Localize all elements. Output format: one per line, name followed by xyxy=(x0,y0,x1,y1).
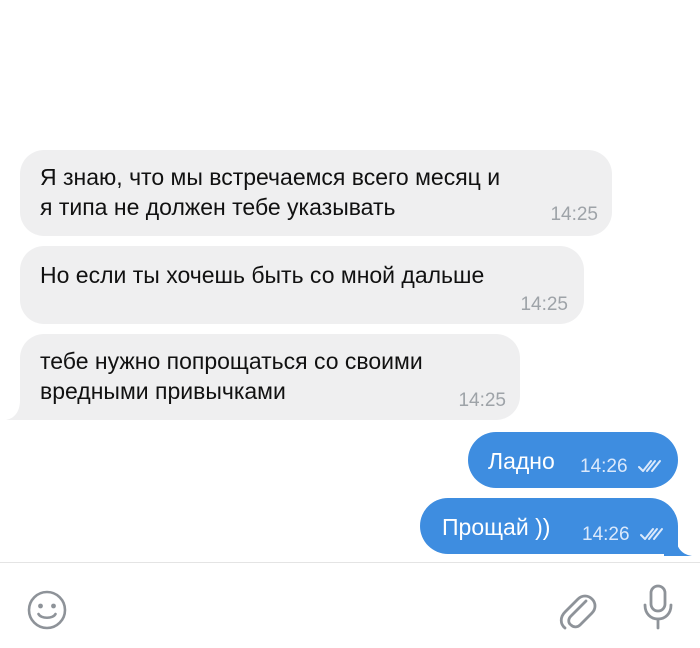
message-text: Прощай )) xyxy=(442,514,551,540)
message-time: 14:25 xyxy=(520,294,568,315)
message-time: 14:26 xyxy=(582,524,630,545)
message-time: 14:25 xyxy=(458,390,506,411)
message-time: 14:25 xyxy=(550,204,598,225)
emoji-icon[interactable] xyxy=(26,589,68,631)
message-text: Ладно xyxy=(488,448,555,474)
message-time: 14:26 xyxy=(580,456,628,477)
message-composer xyxy=(0,563,700,648)
incoming-message-bubble[interactable]: Но если ты хочешь быть со мной дальше 14… xyxy=(20,246,584,324)
chat-area: Я знаю, что мы встречаемся всего месяц и… xyxy=(0,0,700,562)
microphone-icon[interactable] xyxy=(640,583,676,631)
outgoing-message-bubble[interactable]: Ладно 14:26 xyxy=(468,432,678,488)
outgoing-message-bubble[interactable]: Прощай )) 14:26 xyxy=(420,498,678,554)
double-check-icon xyxy=(638,460,661,472)
message-text: Я знаю, что мы встречаемся всего месяц и… xyxy=(40,164,501,220)
attach-clip-icon[interactable] xyxy=(556,587,598,633)
double-check-icon xyxy=(640,528,663,540)
message-text: тебе нужно попрощаться со своими вредным… xyxy=(40,348,423,404)
message-text: Но если ты хочешь быть со мной дальше xyxy=(40,262,485,288)
incoming-message-bubble[interactable]: тебе нужно попрощаться со своими вредным… xyxy=(20,334,520,420)
incoming-message-bubble[interactable]: Я знаю, что мы встречаемся всего месяц и… xyxy=(20,150,612,236)
